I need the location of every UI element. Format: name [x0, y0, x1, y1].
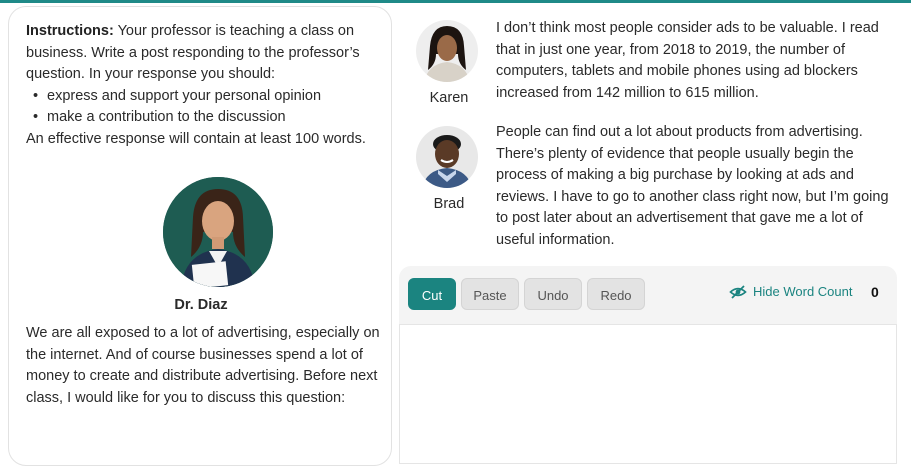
- prompt-panel: Instructions: Your professor is teaching…: [8, 6, 392, 466]
- karen-post-text: I don’t think most people consider ads t…: [496, 20, 879, 101]
- cut-button[interactable]: Cut: [408, 278, 456, 310]
- professor-avatar: [163, 177, 273, 287]
- hide-word-count-label: Hide Word Count: [753, 284, 853, 299]
- eye-slash-icon: [729, 284, 747, 299]
- karen-name: Karen: [429, 90, 469, 106]
- instructions: Instructions: Your professor is teaching…: [26, 21, 386, 150]
- response-editor: Cut Paste Undo Redo Hide Word Count 0: [399, 266, 897, 464]
- brad-post-text: People can find out a lot about products…: [496, 124, 889, 248]
- redo-button[interactable]: Redo: [587, 278, 645, 310]
- instructions-paragraph: Instructions: Your professor is teaching…: [26, 21, 386, 86]
- instructions-bullets: express and support your personal opinio…: [26, 86, 386, 129]
- brad-avatar: [416, 126, 478, 188]
- professor-name: Dr. Diaz: [174, 297, 228, 313]
- brad-name: Brad: [433, 196, 465, 212]
- instructions-closing: An effective response will contain at le…: [26, 130, 366, 147]
- word-count-value: 0: [871, 284, 879, 300]
- bullet-item: make a contribution to the discussion: [33, 107, 386, 129]
- paste-button[interactable]: Paste: [461, 278, 519, 310]
- top-accent-bar: [0, 0, 911, 3]
- instructions-label: Instructions:: [26, 23, 114, 39]
- karen-avatar: [416, 20, 478, 82]
- undo-button[interactable]: Undo: [524, 278, 582, 310]
- professor-question-text: We are all exposed to a lot of advertisi…: [26, 325, 380, 406]
- hide-word-count-toggle[interactable]: Hide Word Count: [729, 284, 852, 299]
- bullet-item: express and support your personal opinio…: [33, 86, 386, 108]
- response-textarea[interactable]: [399, 324, 897, 464]
